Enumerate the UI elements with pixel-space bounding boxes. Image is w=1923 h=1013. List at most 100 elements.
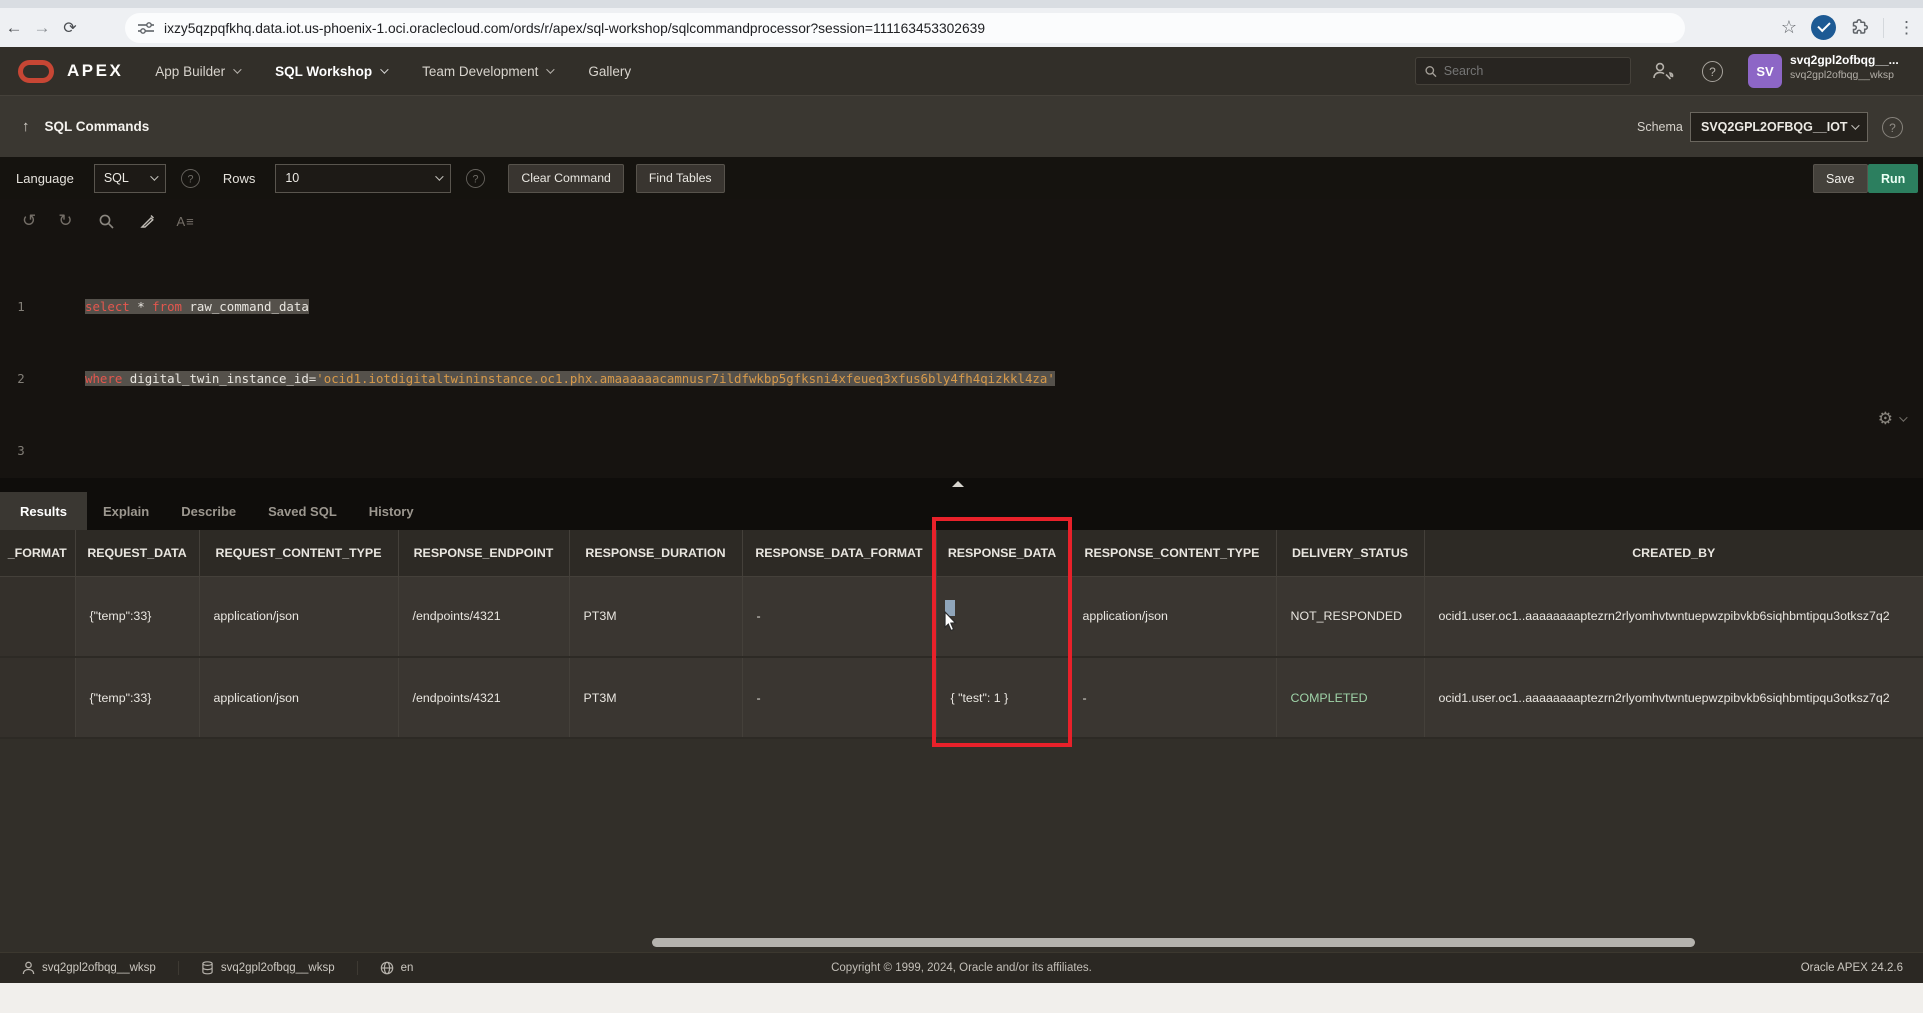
splitter-handle[interactable] xyxy=(952,481,964,487)
col-header: RESPONSE_ENDPOINT xyxy=(398,530,569,576)
rows-select[interactable]: 10 xyxy=(275,164,451,193)
cell xyxy=(0,576,75,657)
site-settings-icon[interactable] xyxy=(138,22,154,34)
tab-results[interactable]: Results xyxy=(0,492,87,530)
clear-command-button[interactable]: Clear Command xyxy=(508,164,624,193)
page-header: SQL Commands Schema SVQ2GPL2OFBQG__IOT xyxy=(0,95,1923,157)
tab-history[interactable]: History xyxy=(353,492,430,530)
cell: application/json xyxy=(199,576,398,657)
mouse-cursor xyxy=(944,611,960,634)
cell xyxy=(0,657,75,738)
schema-help-icon[interactable] xyxy=(1882,117,1903,138)
chevron-down-icon xyxy=(380,65,388,73)
address-bar[interactable]: ixzy5qzpqfkhq.data.iot.us-phoenix-1.oci.… xyxy=(125,13,1685,43)
chevron-down-icon xyxy=(436,172,444,180)
col-header: DELIVERY_STATUS xyxy=(1276,530,1424,576)
language-help-icon[interactable] xyxy=(181,169,200,188)
editor-settings[interactable] xyxy=(1878,409,1905,429)
save-button[interactable]: Save xyxy=(1813,164,1868,193)
col-header: REQUEST_DATA xyxy=(75,530,199,576)
chevron-down-icon xyxy=(233,65,241,73)
cell: PT3M xyxy=(569,576,742,657)
language-label: Language xyxy=(16,171,74,186)
globe-icon xyxy=(380,961,394,975)
autoformat-icon[interactable] xyxy=(140,214,155,229)
user-name: svq2gpl2ofbqg__... xyxy=(1790,53,1899,69)
browser-menu-icon[interactable] xyxy=(1898,18,1915,38)
cell: /endpoints/4321 xyxy=(398,576,569,657)
find-tables-button[interactable]: Find Tables xyxy=(636,164,725,193)
cell: PT3M xyxy=(569,657,742,738)
results-tabs: Results Explain Describe Saved SQL Histo… xyxy=(0,492,430,530)
footer-language[interactable]: en xyxy=(357,961,414,975)
code-line-1: select * from raw_command_data xyxy=(85,295,1055,319)
cell: ocid1.user.oc1..aaaaaaaaptezrn2rlyomhvtw… xyxy=(1424,657,1923,738)
tab-explain[interactable]: Explain xyxy=(87,492,165,530)
cell: /endpoints/4321 xyxy=(398,657,569,738)
divider xyxy=(1883,18,1884,38)
apex-header: APEX App Builder SQL Workshop Team Devel… xyxy=(0,47,1923,95)
cell: ocid1.user.oc1..aaaaaaaaptezrn2rlyomhvtw… xyxy=(1424,576,1923,657)
avatar[interactable]: SV xyxy=(1748,54,1782,88)
search-icon xyxy=(1425,65,1437,78)
search-input[interactable] xyxy=(1444,64,1621,78)
apex-brand: APEX xyxy=(67,61,123,81)
chevron-down-icon xyxy=(547,65,555,73)
extensions-puzzle-icon[interactable] xyxy=(1850,18,1869,37)
redo-icon[interactable] xyxy=(58,211,72,231)
up-arrow-icon[interactable] xyxy=(22,118,30,135)
horizontal-scrollbar[interactable] xyxy=(652,938,1695,947)
schema-select[interactable]: SVQ2GPL2OFBQG__IOT xyxy=(1690,112,1868,142)
col-header: RESPONSE_DATA_FORMAT xyxy=(742,530,936,576)
chevron-down-icon xyxy=(1899,413,1907,421)
reload-icon[interactable] xyxy=(56,18,84,38)
footer: svq2gpl2ofbqg__wksp svq2gpl2ofbqg__wksp … xyxy=(0,952,1923,983)
admin-icon[interactable] xyxy=(1652,61,1674,81)
text-case-icon[interactable] xyxy=(177,214,195,229)
cell: {"temp":33} xyxy=(75,576,199,657)
schema-label: Schema xyxy=(1637,120,1683,134)
cell: application/json xyxy=(199,657,398,738)
sql-editor: 1 2 3 4 select * from raw_command_data w… xyxy=(0,199,1923,478)
rows-help-icon[interactable] xyxy=(466,169,485,188)
chevron-down-icon xyxy=(1851,121,1859,129)
cell: - xyxy=(742,657,936,738)
language-select[interactable]: SQL xyxy=(94,164,166,193)
col-header: RESPONSE_CONTENT_TYPE xyxy=(1068,530,1276,576)
extension-check-icon[interactable] xyxy=(1811,15,1836,40)
user-info[interactable]: svq2gpl2ofbqg__... svq2gpl2ofbqg__wksp xyxy=(1790,53,1899,82)
cell: application/json xyxy=(1068,576,1276,657)
nav-gallery[interactable]: Gallery xyxy=(588,64,631,79)
nav-team-development[interactable]: Team Development xyxy=(422,64,552,79)
browser-actions xyxy=(1781,8,1915,47)
col-header: _FORMAT xyxy=(0,530,75,576)
cell: {"temp":33} xyxy=(75,657,199,738)
tab-saved-sql[interactable]: Saved SQL xyxy=(252,492,353,530)
cell: NOT_RESPONDED xyxy=(1276,576,1424,657)
user-workspace: svq2gpl2ofbqg__wksp xyxy=(1790,69,1899,83)
back-icon[interactable] xyxy=(0,18,28,38)
col-header: CREATED_BY xyxy=(1424,530,1923,576)
nav-sql-workshop[interactable]: SQL Workshop xyxy=(275,64,386,79)
bookmark-star-icon[interactable] xyxy=(1781,17,1797,38)
command-toolbar: Language SQL Rows 10 Clear Command Find … xyxy=(0,157,1923,199)
forward-icon[interactable] xyxy=(28,18,56,38)
footer-user: svq2gpl2ofbqg__wksp xyxy=(22,961,156,975)
run-button[interactable]: Run xyxy=(1868,164,1918,193)
database-icon xyxy=(201,961,214,975)
header-search[interactable] xyxy=(1415,57,1631,85)
person-icon xyxy=(22,961,35,975)
footer-schema: svq2gpl2ofbqg__wksp xyxy=(178,961,335,975)
nav-app-builder[interactable]: App Builder xyxy=(155,64,239,79)
undo-icon[interactable] xyxy=(22,211,36,231)
url-text: ixzy5qzpqfkhq.data.iot.us-phoenix-1.oci.… xyxy=(164,21,985,36)
code-area[interactable]: 1 2 3 4 select * from raw_command_data w… xyxy=(0,243,1923,339)
main-nav: App Builder SQL Workshop Team Developmen… xyxy=(155,64,631,79)
oracle-logo[interactable] xyxy=(18,60,54,83)
window-edge xyxy=(0,0,1923,8)
col-header: RESPONSE_DURATION xyxy=(569,530,742,576)
find-icon[interactable] xyxy=(99,214,114,229)
help-icon[interactable] xyxy=(1702,61,1723,82)
tab-describe[interactable]: Describe xyxy=(165,492,252,530)
window-bottom-strip xyxy=(0,983,1923,1013)
